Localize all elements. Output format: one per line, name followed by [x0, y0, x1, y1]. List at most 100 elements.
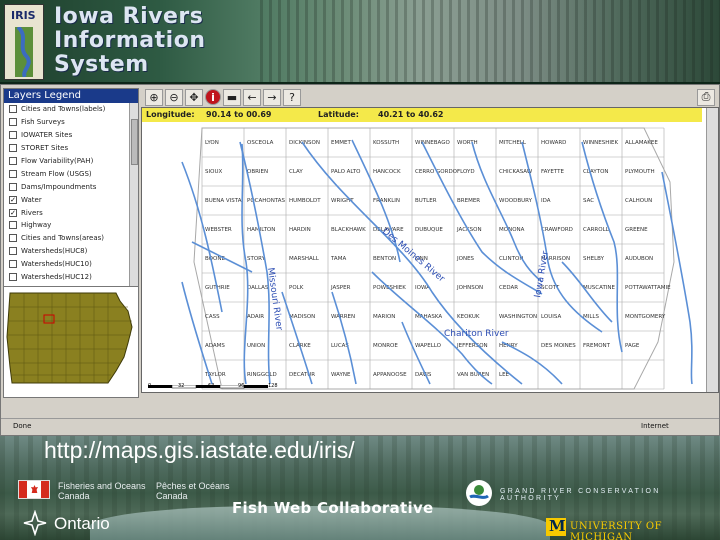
layer-item[interactable]: Highway [4, 219, 138, 232]
layer-item[interactable]: Flow Variability(PAH) [4, 155, 138, 168]
river-label-iowa: Iowa River [533, 250, 551, 299]
county-label: CLINTON [499, 256, 523, 262]
longitude-value: 90.14 to 00.69 [206, 110, 272, 119]
layer-checkbox[interactable] [9, 260, 17, 269]
scale-labels: 0 32 64 96 128 [148, 383, 288, 390]
layer-checkbox[interactable]: ✓ [9, 208, 17, 217]
county-label: DUBUQUE [415, 227, 443, 233]
iris-url[interactable]: http://maps.gis.iastate.edu/iris/ [44, 437, 355, 464]
layer-item[interactable]: Watersheds(HUC12) [4, 271, 138, 284]
layer-checkbox[interactable] [9, 105, 17, 114]
zoom-in-icon[interactable]: ⊕ [145, 88, 163, 106]
banner-title-line-3: System [54, 52, 149, 77]
map-scrollbar[interactable] [706, 108, 718, 392]
county-label: FLOYD [457, 169, 475, 175]
overview-map[interactable] [3, 286, 139, 398]
dfo-en-line-2: Canada [58, 491, 90, 501]
county-label: MUSCATINE [583, 285, 616, 291]
legend-title: Layers Legend [4, 89, 138, 103]
county-label: FAYETTE [541, 169, 564, 175]
layer-checkbox[interactable] [9, 131, 17, 140]
layer-label: Highway [21, 221, 52, 230]
banner-tree-photo [260, 0, 720, 82]
scale-label: 128 [268, 383, 278, 389]
pan-icon[interactable]: ✥ [185, 88, 203, 106]
layer-item[interactable]: STORET Sites [4, 142, 138, 155]
county-label: MONONA [499, 227, 525, 233]
layer-label: Cities and Towns(areas) [21, 234, 104, 243]
county-label: MONROE [373, 343, 398, 349]
layer-checkbox[interactable] [9, 144, 17, 153]
layer-label: Watersheds(HUC10) [21, 260, 92, 269]
county-label: EMMET [331, 140, 351, 146]
layer-item[interactable]: Stream Flow (USGS) [4, 167, 138, 180]
layer-item[interactable]: Dams/Impoundments [4, 180, 138, 193]
layer-item[interactable]: ✓ Water [4, 193, 138, 206]
county-label: CARROLL [583, 227, 610, 233]
river-label-missouri: Missouri River [265, 267, 284, 331]
county-labels: LYON OSCEOLA DICKINSON EMMET KOSSUTH WINNEBAG… [204, 140, 671, 378]
county-label: WINNEBAGO [415, 140, 450, 146]
scale-label: 64 [208, 383, 215, 389]
um-block-letter: M [549, 517, 566, 535]
county-label: PAGE [625, 343, 640, 349]
layer-label: STORET Sites [21, 144, 69, 153]
county-label: WOODBURY [499, 198, 533, 204]
map-toolbar: ⊕ ⊖ ✥ i ▬ ← → ? ⎙ [141, 87, 719, 107]
layer-item[interactable]: Watersheds(HUC8) [4, 245, 138, 258]
layer-checkbox[interactable] [9, 118, 17, 127]
legend-scroll-thumb[interactable] [131, 119, 138, 165]
layer-checkbox[interactable] [9, 169, 17, 178]
layer-item[interactable]: Cities and Towns(areas) [4, 232, 138, 245]
county-label: PALO ALTO [331, 169, 361, 175]
layer-item[interactable]: IOWATER Sites [4, 129, 138, 142]
county-label: TAYLOR [204, 372, 226, 378]
county-label: KOSSUTH [373, 140, 399, 146]
layer-item[interactable]: Cities and Towns(labels) [4, 103, 138, 116]
latitude-value: 40.21 to 40.62 [378, 110, 444, 119]
layer-item[interactable]: Watersheds(HUC10) [4, 258, 138, 271]
scale-bar: 0 32 64 96 128 [148, 380, 288, 390]
map-view[interactable]: Longitude: 90.14 to 00.69 Latitude: 40.2… [141, 107, 719, 393]
forward-arrow-icon[interactable]: → [263, 88, 281, 106]
zoom-out-icon[interactable]: ⊖ [165, 88, 183, 106]
county-label: MADISON [289, 314, 315, 320]
county-label: PLYMOUTH [625, 169, 655, 175]
county-label: JEFFERSON [456, 343, 488, 349]
dfo-fr-line-1: Pêches et Océans [156, 481, 230, 491]
county-label: OSCEOLA [247, 140, 274, 146]
county-label: BENTON [373, 256, 396, 262]
layer-checkbox[interactable] [9, 234, 17, 243]
county-label: DECATUR [289, 372, 315, 378]
ontario-trillium-icon [23, 510, 47, 536]
layer-label: Stream Flow (USGS) [21, 169, 92, 178]
iowa-overview-svg [4, 287, 138, 397]
layer-checkbox[interactable] [9, 182, 17, 191]
iowa-county-map: LYON OSCEOLA DICKINSON EMMET KOSSUTH WINNEBAG… [181, 127, 693, 390]
fish-web-collaborative-title: Fish Web Collaborative [232, 499, 434, 517]
county-label: RINGGOLD [247, 372, 277, 378]
county-label: HUMBOLDT [289, 198, 321, 204]
slide: IRIS Iowa Rivers Information System Laye… [0, 0, 720, 540]
river-name-labels: Des Moines River Iowa River Missouri Riv… [265, 227, 551, 339]
measure-icon[interactable]: ▬ [223, 88, 241, 106]
layer-checkbox[interactable] [9, 221, 17, 230]
latitude-label: Latitude: [318, 110, 359, 119]
county-label: WAPELLO [415, 343, 442, 349]
scale-label: 32 [178, 383, 185, 389]
layer-checkbox[interactable]: ✓ [9, 195, 17, 204]
back-arrow-icon[interactable]: ← [243, 88, 261, 106]
print-icon[interactable]: ⎙ [697, 88, 715, 106]
info-icon[interactable]: i [205, 89, 221, 105]
county-label: HAMILTON [247, 227, 275, 233]
layer-checkbox[interactable] [9, 157, 17, 165]
layer-item[interactable]: ✓ Rivers [4, 206, 138, 219]
county-label: JOHNSON [456, 285, 483, 291]
grca-name: GRAND RIVER CONSERVATION AUTHORITY [500, 488, 661, 502]
iris-logo: IRIS [4, 4, 44, 80]
county-label: WAYNE [331, 372, 351, 378]
help-icon[interactable]: ? [283, 88, 301, 106]
layer-item[interactable]: Fish Surveys [4, 116, 138, 129]
layer-checkbox[interactable] [9, 247, 17, 256]
layer-checkbox[interactable] [9, 273, 17, 282]
